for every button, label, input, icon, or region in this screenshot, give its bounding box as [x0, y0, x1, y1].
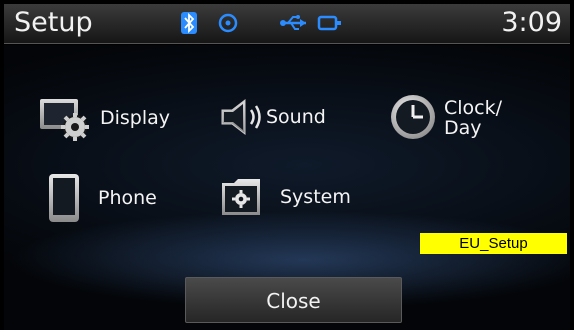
sound-menu-item[interactable]: Sound [218, 95, 326, 139]
speaker-icon [221, 98, 261, 136]
page-title: Setup [14, 7, 93, 38]
region-badge: EU_Setup [420, 233, 567, 254]
phone-menu-item[interactable]: Phone [44, 172, 157, 224]
usb-icon [280, 15, 306, 30]
status-bar: Setup 3:09 [4, 4, 570, 44]
phone-icon [49, 174, 79, 222]
aux-plug-icon [317, 15, 341, 31]
system-folder-icon [222, 179, 260, 215]
system-menu-item[interactable]: System [220, 177, 351, 217]
sound-label: Sound [266, 106, 326, 128]
close-button[interactable]: Close [185, 277, 402, 323]
clock-day-menu-item[interactable]: Clock/ Day [388, 93, 502, 143]
clock-label-line1: Clock/ [444, 97, 503, 119]
clock-day-label: Clock/ Day [444, 98, 502, 138]
system-label: System [280, 186, 351, 208]
clock-label-line2: Day [444, 117, 482, 139]
display-label: Display [100, 107, 171, 129]
phone-label: Phone [98, 187, 157, 209]
display-menu-item[interactable]: Display [38, 95, 170, 141]
clock-time: 3:09 [501, 7, 562, 38]
clock-icon [391, 95, 435, 139]
disc-icon [218, 13, 238, 33]
head-unit-frame: Setup 3:09 Display Sound Clock/ Day Phon… [0, 0, 574, 330]
display-icon [40, 99, 89, 141]
bluetooth-icon [181, 12, 197, 34]
